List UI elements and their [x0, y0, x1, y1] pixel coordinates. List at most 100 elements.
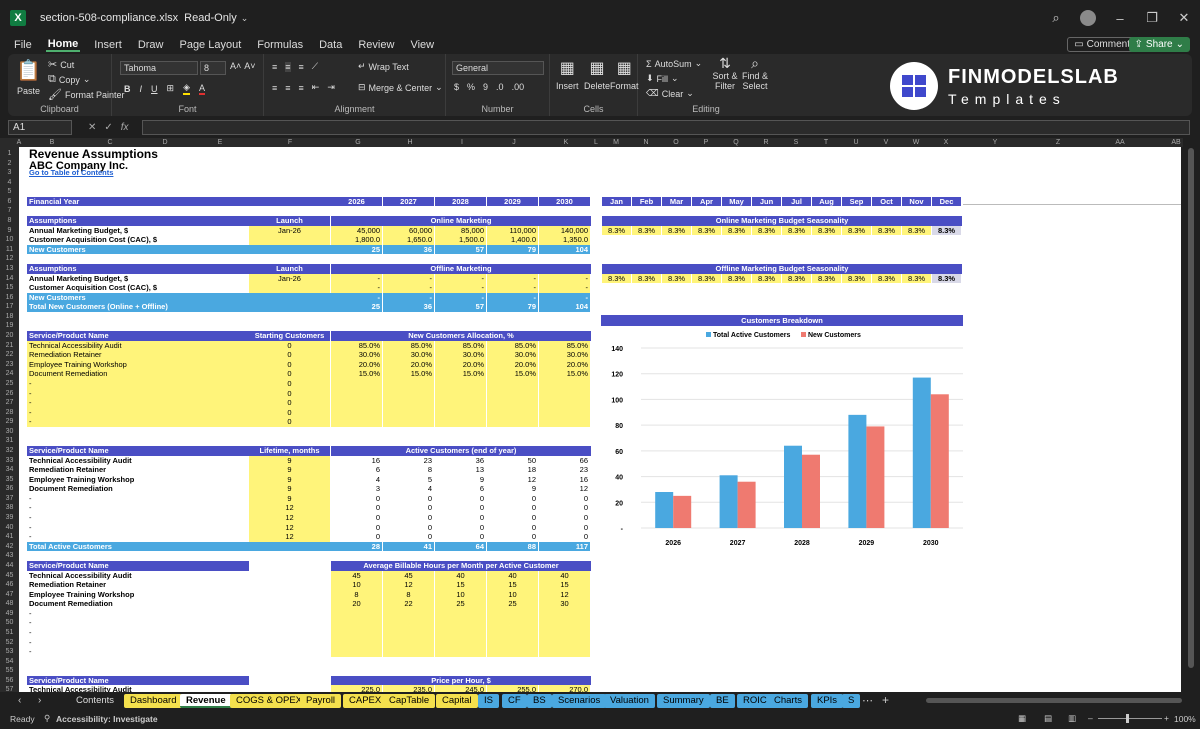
- row-header[interactable]: 3: [0, 168, 19, 178]
- seasonality-cell[interactable]: 8.3%: [812, 273, 841, 284]
- value-cell[interactable]: 6: [331, 465, 382, 475]
- menu-review[interactable]: Review: [356, 39, 396, 51]
- service-param[interactable]: 9: [249, 465, 330, 475]
- sheet-title[interactable]: Revenue Assumptions: [27, 147, 327, 161]
- font-size-buttons[interactable]: A˄ A˅: [230, 61, 256, 71]
- service-param[interactable]: 12: [249, 513, 330, 523]
- column-header-i[interactable]: I: [452, 138, 472, 147]
- assumption-label[interactable]: Customer Acquisition Cost (CAC), $: [27, 235, 249, 245]
- row-header[interactable]: 35: [0, 475, 19, 485]
- menu-insert[interactable]: Insert: [92, 39, 124, 51]
- seasonality-cell[interactable]: 8.3%: [902, 273, 931, 284]
- value-cell[interactable]: [487, 398, 538, 408]
- value-cell[interactable]: [435, 378, 486, 389]
- value-cell[interactable]: 23: [383, 456, 434, 466]
- value-cell[interactable]: [383, 398, 434, 408]
- column-header-k[interactable]: K: [556, 138, 576, 147]
- service-param[interactable]: 0: [249, 407, 330, 418]
- sheet-tab-captable[interactable]: CapTable: [383, 694, 436, 708]
- cut-button[interactable]: ✂ Cut: [48, 58, 74, 71]
- row-header[interactable]: 50: [0, 618, 19, 628]
- column-header-aa[interactable]: AA: [1110, 138, 1130, 147]
- zoom-out-icon[interactable]: –: [1088, 713, 1093, 723]
- value-cell[interactable]: [331, 417, 382, 427]
- value-cell[interactable]: 9: [435, 475, 486, 485]
- column-header-d[interactable]: D: [155, 138, 175, 147]
- column-header-j[interactable]: J: [504, 138, 524, 147]
- normal-view-icon[interactable]: ▦: [1018, 713, 1026, 724]
- italic-icon[interactable]: I: [140, 84, 143, 94]
- value-cell[interactable]: 0: [383, 494, 434, 504]
- value-cell[interactable]: [383, 378, 434, 389]
- service-name[interactable]: -: [27, 618, 249, 628]
- row-header[interactable]: 14: [0, 274, 19, 284]
- value-cell[interactable]: 0: [383, 523, 434, 533]
- value-cell[interactable]: 12: [487, 475, 538, 485]
- sheet-tab-capital[interactable]: Capital: [436, 694, 478, 708]
- value-cell[interactable]: [435, 637, 486, 648]
- assumption-label[interactable]: Annual Marketing Budget, $: [27, 226, 249, 236]
- value-cell[interactable]: 20.0%: [435, 359, 486, 370]
- more-tabs-icon[interactable]: ⋯: [862, 694, 873, 707]
- insert-cells-button[interactable]: ▦ Insert: [556, 58, 579, 91]
- row-header[interactable]: 2: [0, 159, 19, 169]
- share-button[interactable]: ⇪ Share ⌄: [1128, 37, 1190, 52]
- value-cell[interactable]: [383, 417, 434, 427]
- value-cell[interactable]: 85,000: [435, 225, 486, 236]
- value-cell[interactable]: 8: [383, 589, 434, 600]
- value-cell[interactable]: [383, 388, 434, 399]
- service-name[interactable]: -: [27, 513, 249, 523]
- new-customers-cell[interactable]: -: [435, 292, 486, 303]
- column-header-y[interactable]: Y: [985, 138, 1005, 147]
- row-header[interactable]: 33: [0, 456, 19, 466]
- value-cell[interactable]: 15: [435, 580, 486, 590]
- value-cell[interactable]: 0: [383, 513, 434, 523]
- value-cell[interactable]: 0: [539, 494, 590, 504]
- worksheet-grid[interactable]: Revenue Assumptions ABC Company Inc. Go to…: [19, 147, 1181, 692]
- new-customers-cell[interactable]: 79: [487, 244, 538, 255]
- column-header-a[interactable]: A: [9, 138, 29, 147]
- value-cell[interactable]: 20.0%: [539, 359, 590, 370]
- delete-cells-button[interactable]: ▦ Delete: [584, 58, 610, 91]
- value-cell[interactable]: [435, 398, 486, 408]
- seasonality-cell[interactable]: 8.3%: [662, 225, 691, 236]
- month-header[interactable]: Nov: [902, 196, 931, 207]
- menu-home[interactable]: Home: [45, 38, 81, 52]
- value-cell[interactable]: 20.0%: [331, 359, 382, 370]
- value-cell[interactable]: 1,500.0: [435, 235, 486, 245]
- empty-cell[interactable]: [249, 561, 330, 571]
- service-param[interactable]: 9: [249, 484, 330, 494]
- value-cell[interactable]: 30.0%: [435, 350, 486, 360]
- column-header-z[interactable]: Z: [1048, 138, 1068, 147]
- value-cell[interactable]: 4: [331, 475, 382, 485]
- total-active-cell[interactable]: 117: [539, 541, 590, 552]
- column-header-e[interactable]: E: [210, 138, 230, 147]
- value-cell[interactable]: 0: [331, 503, 382, 513]
- seasonality-cell[interactable]: 8.3%: [842, 273, 871, 284]
- value-cell[interactable]: [435, 618, 486, 628]
- value-cell[interactable]: 0: [435, 494, 486, 504]
- menu-draw[interactable]: Draw: [136, 39, 166, 51]
- font-size-select[interactable]: 8: [200, 61, 226, 75]
- value-cell[interactable]: 12: [383, 580, 434, 590]
- total-new-cell[interactable]: 79: [487, 302, 538, 312]
- increase-font-icon[interactable]: A˄: [230, 61, 241, 71]
- increase-decimal-icon[interactable]: .0: [496, 82, 504, 92]
- service-header[interactable]: Service/Product Name: [27, 675, 249, 686]
- row-header[interactable]: 17: [0, 302, 19, 312]
- value-cell[interactable]: [331, 618, 382, 628]
- row-header[interactable]: 42: [0, 542, 19, 552]
- service-name[interactable]: Employee Training Workshop: [27, 475, 249, 485]
- value-cell[interactable]: 36: [435, 456, 486, 466]
- fx-icon[interactable]: fx: [121, 122, 129, 133]
- value-cell[interactable]: 85.0%: [383, 340, 434, 351]
- next-sheet-icon[interactable]: ›: [38, 695, 41, 706]
- column-header-v[interactable]: V: [876, 138, 896, 147]
- value-cell[interactable]: [487, 417, 538, 427]
- value-cell[interactable]: [435, 628, 486, 638]
- format-cells-button[interactable]: ▦ Format: [610, 58, 639, 91]
- month-header[interactable]: May: [722, 196, 751, 207]
- service-name[interactable]: Technical Accessibility Audit: [27, 340, 249, 351]
- month-header[interactable]: Apr: [692, 196, 721, 207]
- value-cell[interactable]: [487, 628, 538, 638]
